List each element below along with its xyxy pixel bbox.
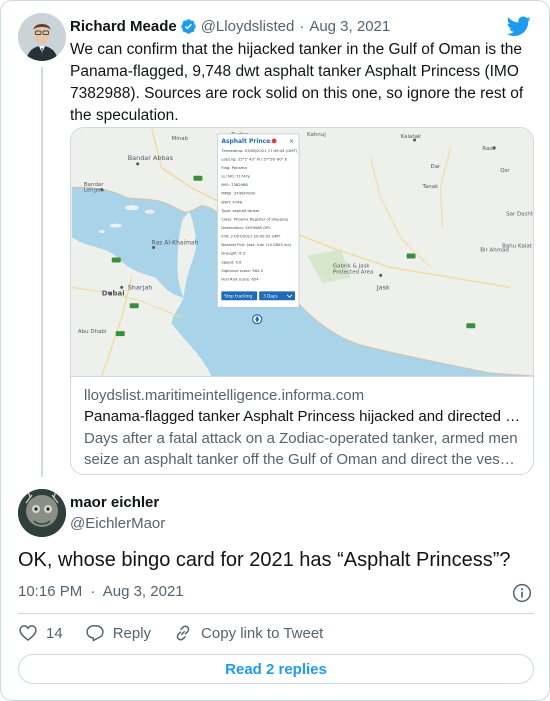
like-button[interactable]: 14: [18, 623, 63, 643]
heart-icon: [19, 625, 37, 642]
svg-text:×: ×: [289, 138, 294, 145]
popup-info-row: Flag: Panama: [221, 165, 246, 170]
tweet-header: Richard Meade @Lloydslisted · Aug 3, 202…: [70, 15, 390, 37]
link-icon: [176, 625, 190, 641]
read-replies-label: Read 2 replies: [225, 660, 327, 678]
twitter-bird-icon[interactable]: [507, 14, 531, 38]
popup-info-row: DWT: 9748: [221, 199, 242, 204]
read-replies-button[interactable]: Read 2 replies: [18, 654, 534, 684]
svg-text:Bandar Abbas: Bandar Abbas: [128, 154, 174, 162]
reply-timestamp[interactable]: 10:16 PM · Aug 3, 2021: [18, 583, 184, 600]
svg-text:Kahnuj: Kahnuj: [307, 132, 326, 138]
map-image: Bandar Abbas Bandar Lengeh Ras Al-Khaima…: [71, 128, 534, 377]
link-preview-card[interactable]: Bandar Abbas Bandar Lengeh Ras Al-Khaima…: [70, 127, 534, 475]
popup-info-row: Destination: SHOMAR OPL: [221, 225, 271, 230]
link-description: Days after a fatal attack on a Zodiac-op…: [84, 430, 518, 468]
reply-date[interactable]: Aug 3, 2021: [103, 583, 184, 600]
info-icon[interactable]: [512, 583, 532, 603]
reply-label: Reply: [112, 624, 152, 642]
link-domain: lloydslist.maritimeintelligence.informa.…: [84, 387, 365, 404]
author-handle[interactable]: @Lloydslisted: [201, 18, 295, 35]
reply-author-handle[interactable]: @EichlerMaor: [70, 515, 165, 532]
copy-link-button[interactable]: Copy link to Tweet: [173, 623, 323, 643]
verified-badge-icon: [180, 18, 196, 34]
popup-info-row: MMSI: 374947000: [221, 191, 256, 196]
svg-text:Protected Area: Protected Area: [333, 269, 374, 275]
popup-title: Asphalt Princess: [221, 138, 277, 145]
popup-info-row: LLI NO: 7174?e: [221, 174, 250, 179]
svg-text:Dubai: Dubai: [102, 289, 125, 297]
reply-icon: [86, 625, 104, 642]
svg-text:Lengeh: Lengeh: [84, 188, 104, 194]
popup-info-row: Hull Risk score: 654: [221, 276, 259, 281]
svg-text:Sharjah: Sharjah: [128, 283, 153, 291]
popup-info-row: Type: asphalt tanker: [220, 208, 260, 213]
divider: [18, 613, 534, 614]
tweet-actions: 14 Reply Copy link to Tweet: [18, 621, 345, 645]
svg-text:Bahu Kalat: Bahu Kalat: [502, 244, 532, 250]
svg-text:Qsr: Qsr: [500, 168, 510, 174]
link-title[interactable]: Panama-flagged tanker Asphalt Princess h…: [84, 406, 524, 428]
popup-info-row: IMO: 7382988: [221, 182, 248, 187]
separator-dot: ·: [90, 583, 96, 600]
tweet-text: We can confirm that the hijacked tanker …: [70, 41, 524, 124]
popup-info-row: Nearest Port: Jask, Iran (14.0803 nm): [221, 242, 292, 247]
days-select-label: 3 Days: [263, 293, 277, 298]
author-avatar[interactable]: [18, 13, 66, 61]
reply-author-name[interactable]: maor eichler: [70, 494, 159, 511]
like-count: 14: [46, 624, 63, 642]
popup-info-row: Vigilance score: 562.5: [221, 268, 263, 273]
tweet-embed-card: Richard Meade @Lloydslisted · Aug 3, 202…: [0, 0, 550, 701]
author-name[interactable]: Richard Meade: [70, 18, 177, 35]
svg-text:Sar Dasht: Sar Dasht: [506, 212, 534, 218]
reply-tweet-text: OK, whose bingo card for 2021 has “Aspha…: [18, 549, 511, 571]
svg-text:Abu Dhabi: Abu Dhabi: [78, 329, 106, 335]
ship-marker-icon[interactable]: [252, 314, 263, 325]
stop-tracking-label: Stop tracking: [224, 293, 252, 298]
svg-text:Dar: Dar: [430, 164, 441, 170]
popup-info-row: Draught: 6.3: [221, 251, 245, 256]
popup-info-row: Timestamp: 03/08/2021 17:49:44 (GMT): [220, 148, 297, 153]
thread-connector-line: [41, 67, 43, 477]
svg-text:Ras Al-Khaimah: Ras Al-Khaimah: [152, 240, 199, 247]
copy-link-label: Copy link to Tweet: [201, 624, 324, 642]
svg-text:Kalatak: Kalatak: [401, 134, 422, 140]
svg-text:Rask: Rask: [482, 146, 496, 152]
popup-info-row: Speed: 0.8: [221, 259, 242, 264]
reply-button[interactable]: Reply: [85, 623, 151, 643]
separator-dot: ·: [299, 17, 305, 35]
svg-text:Jask: Jask: [376, 283, 390, 291]
svg-text:Minab: Minab: [172, 136, 189, 142]
popup-info-row: Lat/Lng: 25°2' 43" N / 57°26' 60" E: [221, 156, 287, 161]
popup-info-row: ETA: 27/07/2021 20:00:02 GMT: [221, 234, 281, 239]
link-card-meta: lloydslist.maritimeintelligence.informa.…: [84, 386, 524, 470]
reply-author-avatar[interactable]: [18, 489, 66, 537]
tweet-date[interactable]: Aug 3, 2021: [309, 18, 390, 35]
reply-time[interactable]: 10:16 PM: [18, 583, 82, 600]
svg-text:Tanak: Tanak: [422, 184, 440, 190]
popup-info-row: Class: Phoenix Register of Shipping: [221, 216, 288, 221]
